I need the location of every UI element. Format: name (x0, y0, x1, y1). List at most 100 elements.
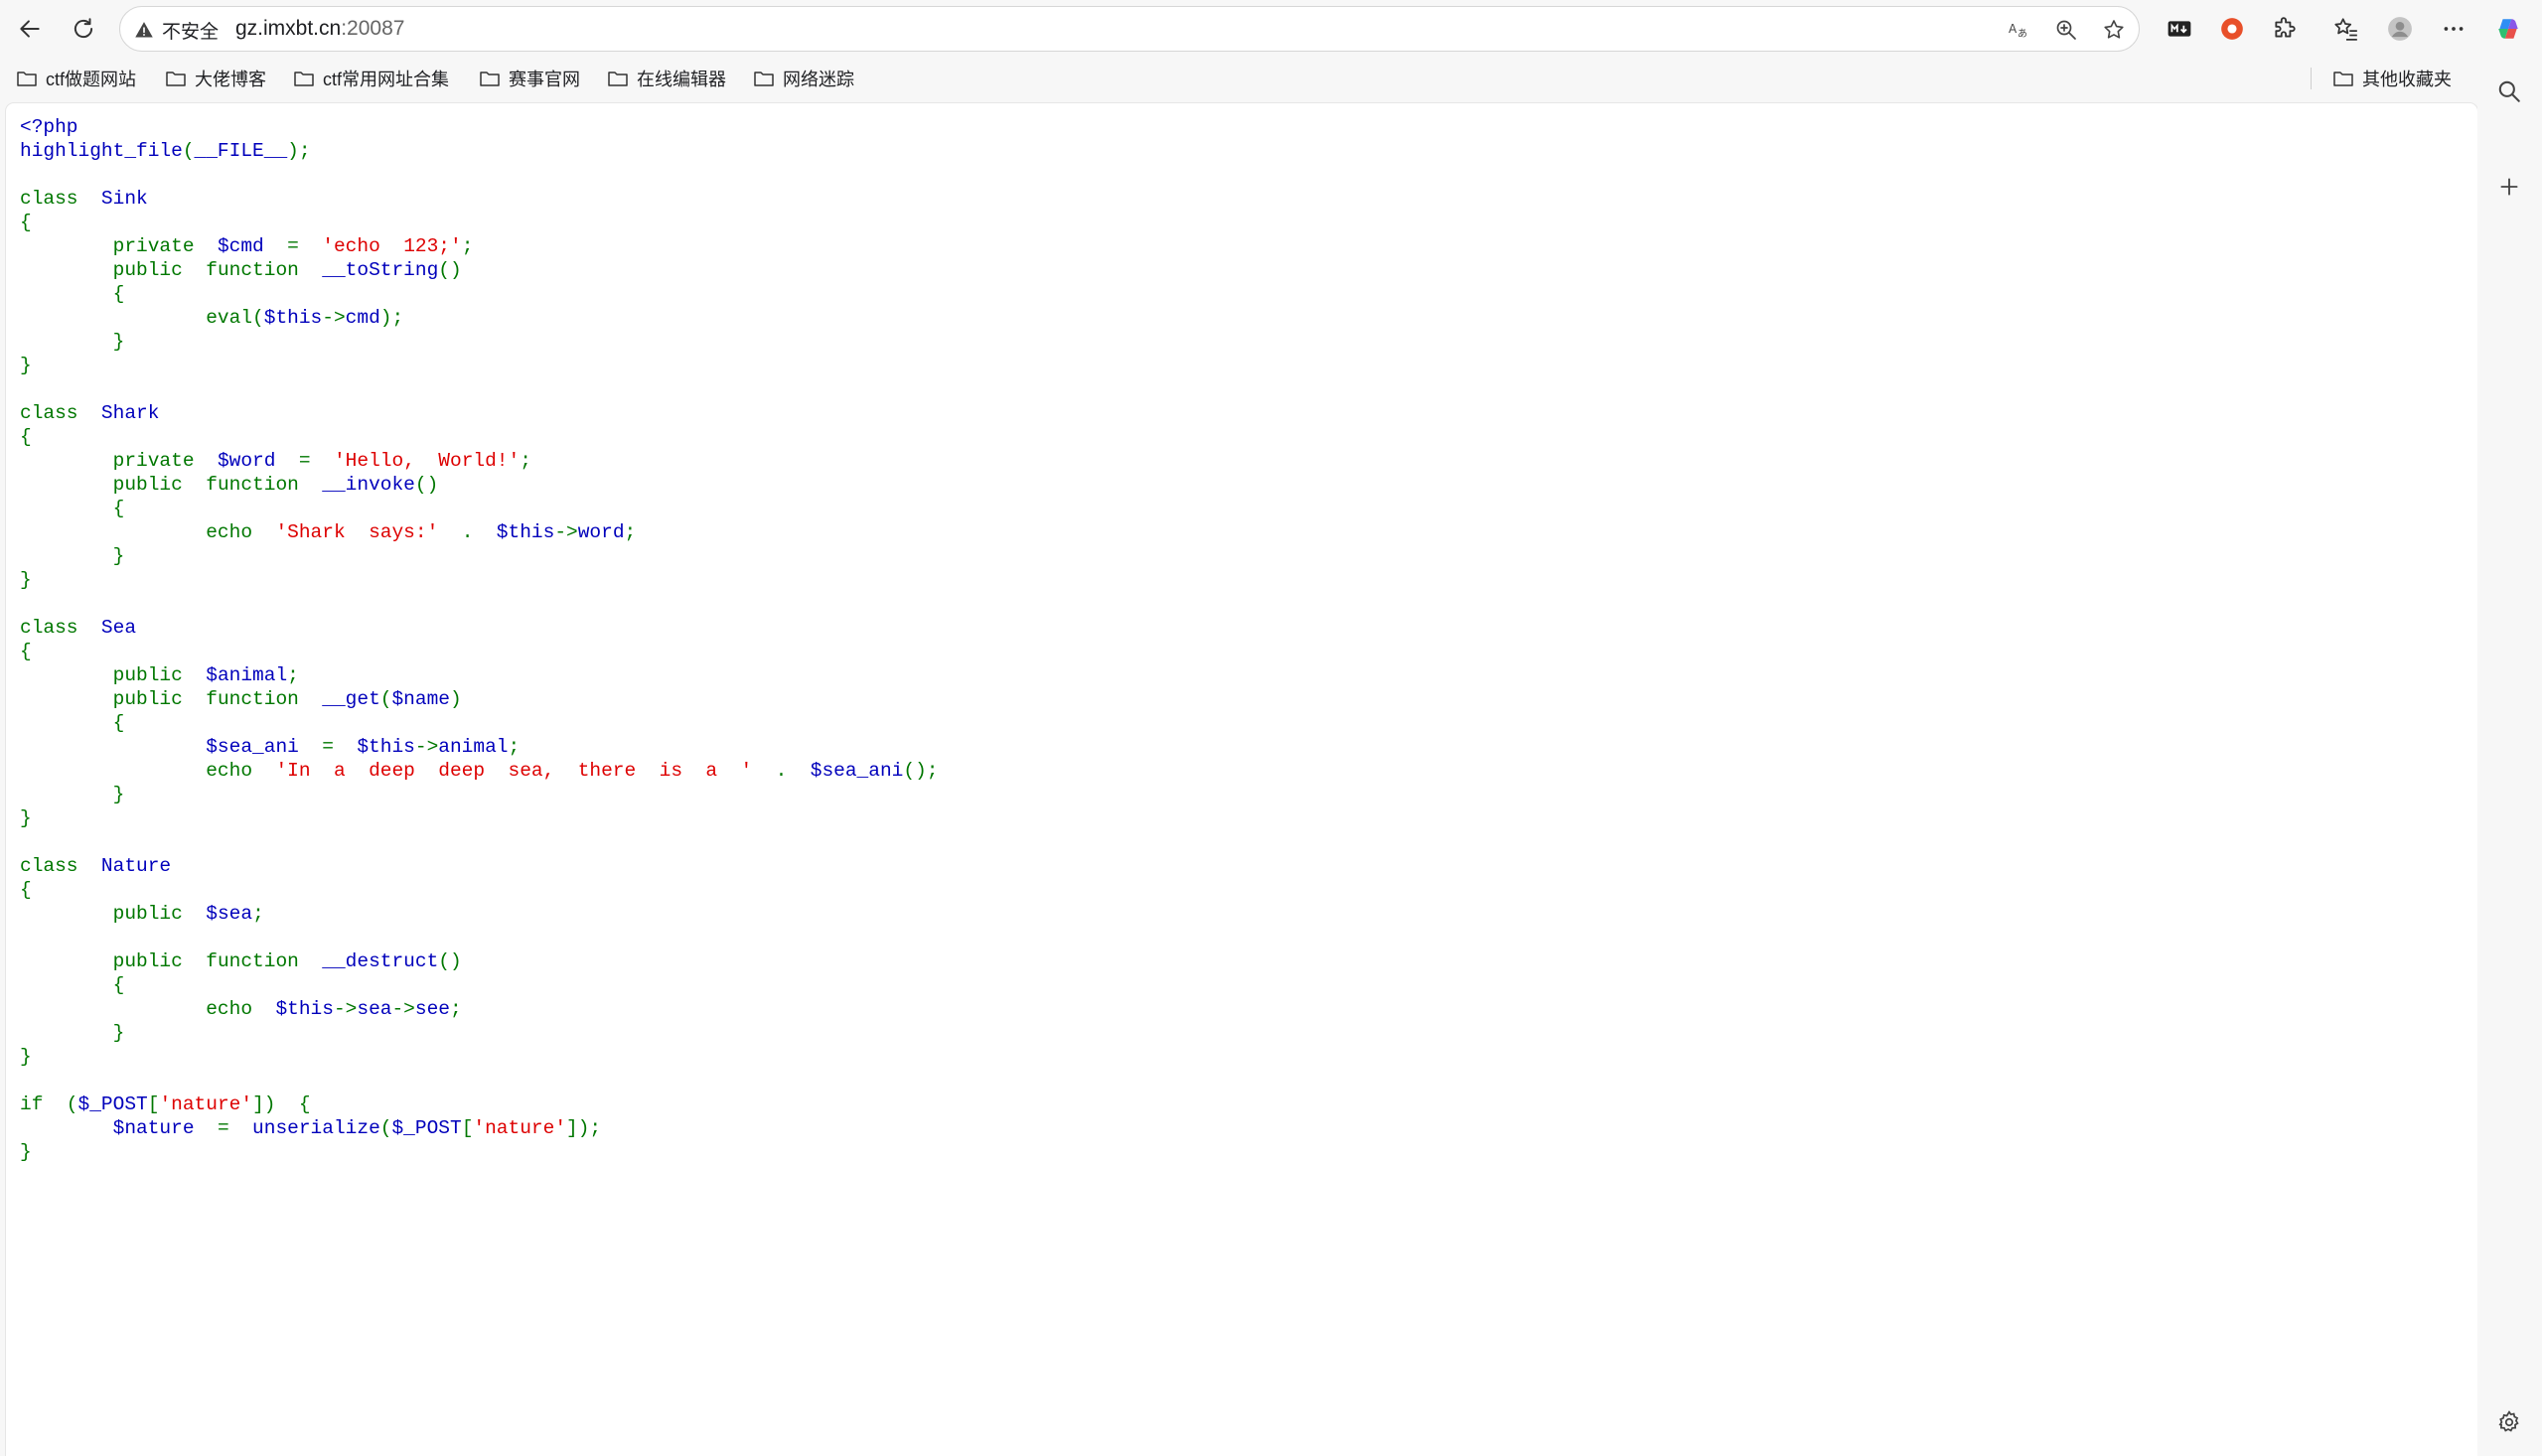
sidebar-search-button[interactable] (2487, 70, 2531, 113)
extensions-button[interactable] (2263, 7, 2307, 51)
code-token: $this (275, 998, 334, 1020)
code-token: } (112, 784, 125, 805)
code-token: echo (206, 998, 276, 1020)
read-aloud-button[interactable]: Aあ (2006, 16, 2033, 44)
code-line: } (20, 330, 938, 354)
code-token: ); (287, 140, 311, 162)
code-token: ; (287, 664, 299, 686)
folder-icon (754, 72, 774, 86)
code-token: __invoke (322, 474, 415, 496)
more-icon (2444, 27, 2464, 31)
sidebar-settings-button[interactable] (2487, 1400, 2531, 1444)
copilot-icon (2498, 19, 2518, 39)
code-token: word (577, 521, 625, 543)
code-token: (); (903, 760, 939, 782)
svg-text:あ: あ (2018, 28, 2027, 40)
browser-toolbar: 不安全 gz.imxbt.cn:20087 Aあ (0, 0, 2542, 58)
code-token: $sea_ani (810, 760, 904, 782)
code-token: () (438, 259, 462, 281)
code-token: public function (112, 259, 323, 281)
other-bookmarks-folder[interactable]: 其他收藏夹 (2332, 62, 2452, 95)
code-token: -> (333, 998, 358, 1020)
code-token: $this (496, 521, 555, 543)
code-line: public $animal; (20, 663, 938, 687)
code-line: } (20, 1140, 938, 1164)
code-token: echo (206, 521, 276, 543)
code-line: } (20, 354, 938, 377)
bookmark-folder-osint[interactable]: 网络迷踪 (753, 62, 854, 95)
markdown-extension-icon (2168, 21, 2191, 37)
code-line: echo $this->sea->see; (20, 997, 938, 1021)
code-line: } (20, 1045, 938, 1069)
code-token: $sea_ani (20, 736, 323, 758)
favorite-star-icon (2104, 20, 2124, 39)
code-token: ; (508, 736, 521, 758)
code-token: $_POST (391, 1117, 462, 1139)
code-token: public function (112, 474, 323, 496)
code-token: $cmd (217, 235, 288, 257)
back-button[interactable] (8, 7, 52, 51)
code-token: -> (414, 736, 439, 758)
right-sidebar (2477, 58, 2542, 1456)
code-token: ; (624, 521, 637, 543)
php-source-code: <?php highlight_file(__FILE__); class Sin… (20, 115, 938, 1164)
more-button[interactable] (2432, 7, 2475, 51)
add-favorite-button[interactable] (2100, 16, 2128, 44)
bookmark-folder-events[interactable]: 赛事官网 (479, 62, 580, 95)
code-token: } (112, 331, 125, 353)
bookmark-folder-ctf-sites[interactable]: ctf做题网站 (16, 62, 136, 95)
code-token: ; (252, 903, 264, 925)
code-token: ); (379, 307, 404, 329)
code-token: 'nature' (159, 1093, 253, 1115)
code-token: 'In a deep deep sea, there is a ' (275, 760, 776, 782)
folder-icon (166, 72, 186, 86)
code-token: ]); (566, 1117, 602, 1139)
bookmark-folder-blogs[interactable]: 大佬博客 (165, 62, 266, 95)
record-extension-icon (2221, 18, 2243, 40)
code-token: sea (357, 998, 392, 1020)
code-token: Shark (100, 402, 160, 424)
site-security-indicator[interactable]: 不安全 (134, 17, 219, 43)
favorites-button[interactable] (2324, 7, 2368, 51)
code-token: private (112, 235, 218, 257)
code-line: { (20, 282, 938, 306)
code-token: } (20, 1141, 32, 1163)
folder-icon (480, 72, 500, 86)
url-port: :20087 (341, 17, 405, 40)
bookmark-folder-editors[interactable]: 在线编辑器 (607, 62, 726, 95)
code-token: $this (263, 307, 323, 329)
code-line: private $cmd = 'echo 123;'; (20, 234, 938, 258)
code-line: { (20, 711, 938, 735)
code-token: __get (322, 688, 380, 710)
svg-text:A: A (2009, 22, 2018, 36)
bookmark-folder-ctf-links[interactable]: ctf常用网址合集 (293, 62, 449, 95)
zoom-button[interactable] (2052, 16, 2080, 44)
code-token: public function (112, 688, 323, 710)
sidebar-add-button[interactable] (2487, 165, 2531, 209)
code-line: $sea_ani = $this->animal; (20, 735, 938, 759)
profile-button[interactable] (2378, 7, 2422, 51)
reload-button[interactable] (62, 7, 105, 51)
code-token: { (20, 426, 32, 448)
bookmark-label: 赛事官网 (509, 70, 580, 89)
code-token: $this (357, 736, 415, 758)
address-bar[interactable]: 不安全 gz.imxbt.cn:20087 Aあ (119, 6, 2140, 52)
bookmark-label: 网络迷踪 (783, 70, 854, 89)
bookmark-label: 在线编辑器 (637, 70, 726, 89)
code-line: { (20, 973, 938, 997)
code-line: echo 'In a deep deep sea, there is a ' .… (20, 759, 938, 783)
url-text[interactable]: gz.imxbt.cn:20087 (235, 7, 404, 51)
markdown-extension-button[interactable] (2158, 7, 2201, 51)
code-token: private (112, 450, 218, 472)
code-line: class Sink (20, 187, 938, 211)
code-line: public function __get($name) (20, 687, 938, 711)
zoom-icon (2056, 20, 2076, 40)
copilot-button[interactable] (2486, 7, 2530, 51)
record-extension-button[interactable] (2210, 7, 2254, 51)
code-line: $nature = unserialize($_POST['nature']); (20, 1116, 938, 1140)
code-token: public function (112, 950, 323, 972)
